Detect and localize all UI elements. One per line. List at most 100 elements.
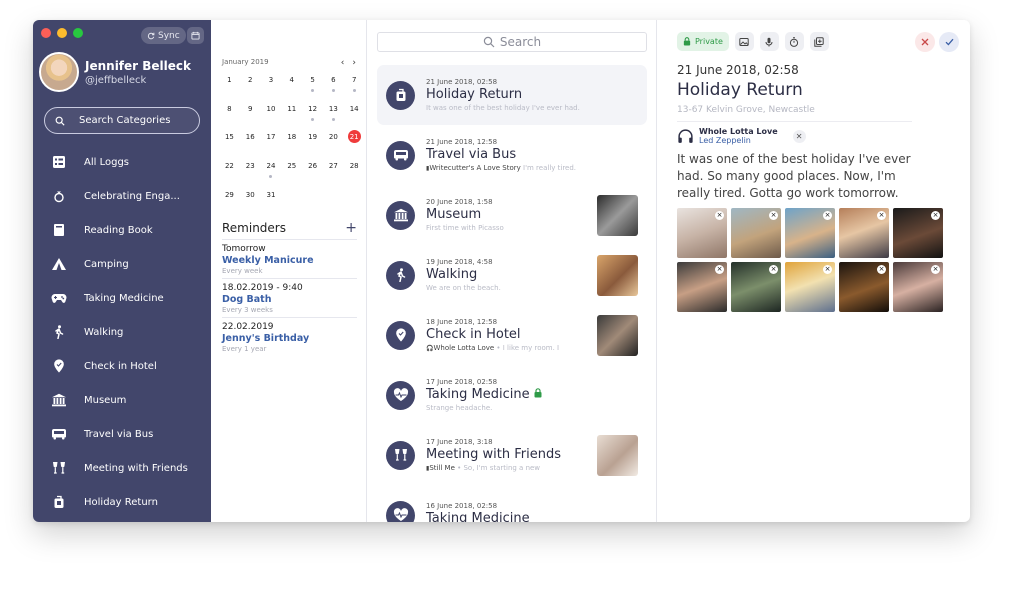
entry-item[interactable]: 16 June 2018, 02:58 Taking Medicine [377, 485, 647, 522]
photo-thumbnail[interactable]: × [677, 262, 727, 312]
entry-item[interactable]: 18 June 2018, 12:58 Check in Hotel 🎧Whole … [377, 305, 647, 365]
photo-thumbnail[interactable]: × [839, 262, 889, 312]
reminder-item[interactable]: Tomorrow Weekly Manicure Every week [222, 240, 357, 279]
entry-thumbnail[interactable] [597, 194, 638, 236]
entry-item[interactable]: 20 June 2018, 1:58 Museum First time with … [377, 185, 647, 245]
entry-item[interactable]: 21 June 2018, 12:58 Travel via Bus ▮Writec… [377, 125, 647, 185]
calendar-day[interactable]: 17 [261, 133, 282, 162]
calendar-day[interactable]: 5 [302, 76, 323, 105]
calendar-toggle-button[interactable] [187, 27, 204, 44]
entry-text[interactable]: It was one of the best holiday I've ever… [677, 151, 917, 202]
calendar-day[interactable]: 15 [219, 133, 240, 162]
search-categories-button[interactable]: Search Categories [44, 107, 200, 134]
sidebar-item[interactable]: Taking Medicine [33, 281, 211, 315]
calendar-day[interactable]: 30 [240, 191, 261, 220]
close-window-button[interactable] [41, 28, 51, 38]
image-icon [739, 37, 750, 46]
entry-item[interactable]: 17 June 2018, 3:18 Meeting with Friends ▮S… [377, 425, 647, 485]
remove-photo-button[interactable]: × [931, 211, 940, 220]
remove-photo-button[interactable]: × [823, 265, 832, 274]
photo-thumbnail[interactable]: × [731, 208, 781, 258]
discard-button[interactable] [915, 32, 935, 52]
photo-thumbnail[interactable]: × [785, 262, 835, 312]
entry-item[interactable]: 21 June 2018, 02:58 Holiday Return It was … [377, 65, 647, 125]
calendar-day[interactable]: 8 [219, 105, 240, 134]
remove-photo-button[interactable]: × [769, 211, 778, 220]
add-reminder-button[interactable]: + [345, 220, 357, 236]
calendar-day[interactable]: 24 [261, 162, 282, 191]
add-media-button[interactable] [809, 32, 829, 51]
entry-thumbnail[interactable] [597, 434, 638, 476]
save-button[interactable] [939, 32, 959, 52]
minimize-window-button[interactable] [57, 28, 67, 38]
photo-thumbnail[interactable]: × [839, 208, 889, 258]
calendar-day[interactable]: 9 [240, 105, 261, 134]
timer-button[interactable] [784, 32, 804, 51]
remove-song-button[interactable]: ✕ [792, 129, 806, 143]
remove-photo-button[interactable]: × [823, 211, 832, 220]
sidebar-item[interactable]: Travel via Bus [33, 417, 211, 451]
calendar-day[interactable]: 3 [261, 76, 282, 105]
calendar-day[interactable]: 13 [323, 105, 344, 134]
calendar-day[interactable]: 31 [261, 191, 282, 220]
calendar-day[interactable]: 27 [323, 162, 344, 191]
entry-thumbnail[interactable] [597, 254, 638, 296]
remove-photo-button[interactable]: × [715, 265, 724, 274]
remove-photo-button[interactable]: × [877, 211, 886, 220]
calendar-day[interactable]: 14 [344, 105, 365, 134]
calendar-day[interactable]: 10 [261, 105, 282, 134]
photo-thumbnail[interactable]: × [677, 208, 727, 258]
sidebar-item[interactable]: Meeting with Friends [33, 451, 211, 485]
reminder-item[interactable]: 22.02.2019 Jenny's Birthday Every 1 year [222, 318, 357, 356]
calendar-day[interactable]: 28 [344, 162, 365, 191]
sidebar-item[interactable]: All Loggs [33, 145, 211, 179]
photo-thumbnail[interactable]: × [893, 262, 943, 312]
calendar-day[interactable]: 16 [240, 133, 261, 162]
entry-item[interactable]: 17 June 2018, 02:58 Taking Medicine Strang… [377, 365, 647, 425]
calendar-day[interactable]: 20 [323, 133, 344, 162]
calendar-day[interactable]: 7 [344, 76, 365, 105]
sidebar-item[interactable]: Museum [33, 383, 211, 417]
entry-item[interactable]: 19 June 2018, 4:58 Walking We are on the b… [377, 245, 647, 305]
remove-photo-button[interactable]: × [715, 211, 724, 220]
record-audio-button[interactable] [759, 32, 779, 51]
calendar-day[interactable]: 23 [240, 162, 261, 191]
remove-photo-button[interactable]: × [931, 265, 940, 274]
remove-photo-button[interactable]: × [877, 265, 886, 274]
search-input[interactable]: Search [377, 32, 647, 52]
sidebar-item[interactable]: Reading Book [33, 213, 211, 247]
private-toggle[interactable]: Private [677, 32, 729, 51]
sidebar-item[interactable]: Check in Hotel [33, 349, 211, 383]
calendar-day[interactable]: 11 [281, 105, 302, 134]
calendar-day[interactable]: 12 [302, 105, 323, 134]
calendar-day[interactable]: 22 [219, 162, 240, 191]
calendar-day[interactable]: 26 [302, 162, 323, 191]
sidebar-item[interactable]: Holiday Return [33, 485, 211, 519]
calendar-day[interactable]: 29 [219, 191, 240, 220]
entry-title[interactable]: Holiday Return [677, 80, 803, 100]
calendar-day[interactable]: 25 [281, 162, 302, 191]
photo-thumbnail[interactable]: × [785, 208, 835, 258]
calendar-day[interactable]: 4 [281, 76, 302, 105]
zoom-window-button[interactable] [73, 28, 83, 38]
add-image-button[interactable] [734, 32, 754, 51]
remove-photo-button[interactable]: × [769, 265, 778, 274]
calendar-day[interactable]: 18 [281, 133, 302, 162]
calendar-prev-button[interactable]: ‹ [341, 58, 345, 68]
sync-button[interactable]: Sync [141, 27, 186, 44]
calendar-day[interactable]: 19 [302, 133, 323, 162]
calendar-next-button[interactable]: › [352, 58, 356, 68]
calendar-day[interactable]: 6 [323, 76, 344, 105]
calendar-day[interactable]: 2 [240, 76, 261, 105]
calendar-day[interactable]: 1 [219, 76, 240, 105]
entry-location[interactable]: 13-67 Kelvin Grove, Newcastle [677, 105, 912, 122]
entry-thumbnail[interactable] [597, 314, 638, 356]
photo-thumbnail[interactable]: × [893, 208, 943, 258]
sidebar-item[interactable]: Camping [33, 247, 211, 281]
reminder-item[interactable]: 18.02.2019 - 9:40 Dog Bath Every 3 weeks [222, 279, 357, 318]
calendar-day-today[interactable]: 21 [344, 130, 365, 162]
sidebar-item[interactable]: Walking [33, 315, 211, 349]
user-profile[interactable]: Jennifer Belleck @jeffbelleck [39, 52, 191, 92]
sidebar-item[interactable]: Celebrating Enga... [33, 179, 211, 213]
photo-thumbnail[interactable]: × [731, 262, 781, 312]
